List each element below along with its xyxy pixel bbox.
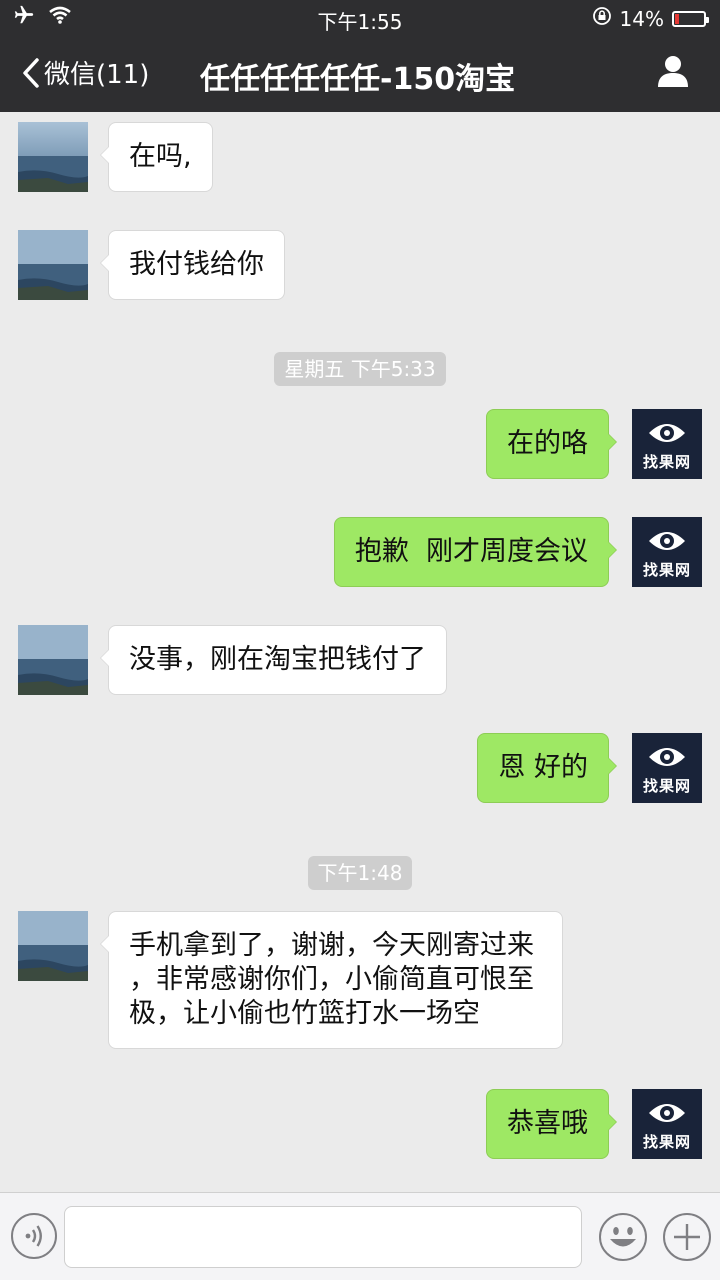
emoji-icon: [598, 1213, 648, 1266]
battery-percent: 14%: [619, 6, 664, 31]
status-right: 14%: [592, 6, 709, 31]
contact-avatar[interactable]: [18, 911, 88, 981]
outgoing-message[interactable]: 恩 好的: [477, 733, 617, 803]
more-button[interactable]: [662, 1212, 712, 1266]
timestamp-label: 下午1:48: [307, 856, 413, 890]
incoming-message[interactable]: 在吗,: [100, 122, 213, 192]
battery-fill: [675, 13, 679, 24]
logo-avatar: 找果网: [632, 409, 702, 479]
voice-icon: [10, 1213, 58, 1264]
logo-avatar: 找果网: [632, 517, 702, 587]
contact-avatar[interactable]: [18, 122, 88, 192]
person-icon: [656, 56, 690, 92]
logo-text: 找果网: [642, 561, 691, 579]
outgoing-message[interactable]: 恭喜哦: [486, 1089, 617, 1159]
incoming-message[interactable]: 我付钱给你: [100, 230, 285, 300]
timestamp: 下午1:48: [0, 856, 720, 890]
rotation-lock-icon: [592, 6, 612, 31]
chat-area[interactable]: 在吗, 我付钱给你 星期五 下午5:33 找果网 在的咯 找果网 抱歉 刚才周度…: [0, 112, 720, 1192]
back-label: 微信(11): [44, 60, 150, 90]
incoming-message[interactable]: 手机拿到了，谢谢，今天刚寄过来 ，非常感谢你们，小偷简直可恨至 极，让小偷也竹篮…: [100, 911, 563, 1049]
message-input[interactable]: [64, 1206, 582, 1268]
back-button[interactable]: 微信(11): [22, 54, 149, 91]
logo-avatar: 找果网: [632, 733, 702, 803]
self-avatar[interactable]: 找果网: [632, 733, 702, 803]
timestamp-label: 星期五 下午5:33: [274, 352, 446, 386]
outgoing-message[interactable]: 抱歉 刚才周度会议: [333, 517, 618, 587]
contact-avatar[interactable]: [18, 625, 88, 695]
logo-text: 找果网: [642, 453, 691, 471]
nav-bar: 微信(11) 任任任任任任-150淘宝: [0, 36, 720, 112]
status-bar: 下午1:55 14%: [0, 0, 720, 36]
self-avatar[interactable]: 找果网: [632, 517, 702, 587]
logo-text: 找果网: [642, 777, 691, 795]
contact-avatar[interactable]: [18, 230, 88, 300]
chat-info-button[interactable]: [656, 54, 690, 92]
emoji-button[interactable]: [598, 1212, 648, 1266]
outgoing-message[interactable]: 在的咯: [486, 409, 617, 479]
incoming-message[interactable]: 没事，刚在淘宝把钱付了: [100, 625, 447, 695]
message-line: 极，让小偷也竹篮打水一场空: [129, 998, 480, 1029]
timestamp: 星期五 下午5:33: [0, 352, 720, 386]
message-line: 手机拿到了，谢谢，今天刚寄过来: [129, 930, 534, 961]
chevron-left-icon: [22, 57, 40, 89]
voice-button[interactable]: [10, 1212, 58, 1264]
chat-title: 任任任任任任-150淘宝: [200, 62, 516, 97]
battery-icon: [672, 10, 709, 27]
plus-icon: [662, 1213, 712, 1266]
self-avatar[interactable]: 找果网: [632, 1089, 702, 1159]
logo-avatar: 找果网: [632, 1089, 702, 1159]
logo-text: 找果网: [642, 1133, 691, 1151]
self-avatar[interactable]: 找果网: [632, 409, 702, 479]
message-line: ，非常感谢你们，小偷简直可恨至: [129, 964, 534, 995]
input-bar: [0, 1192, 720, 1280]
